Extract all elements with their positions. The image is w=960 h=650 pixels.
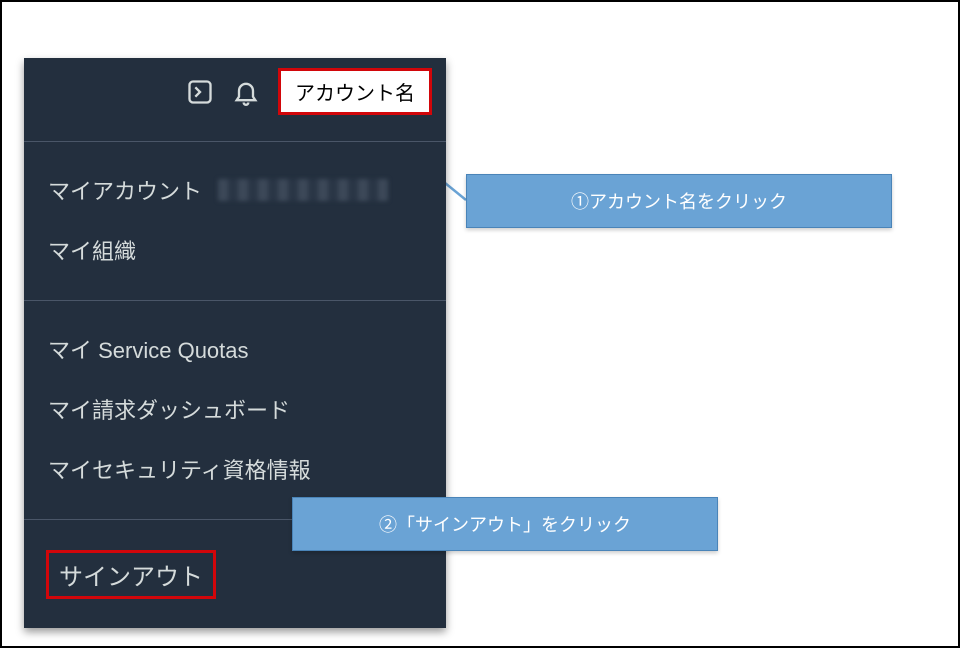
menu-topbar: アカウント名 bbox=[24, 58, 446, 141]
menu-section-1: マイアカウント マイ組織 bbox=[24, 141, 446, 300]
menu-section-2: マイ Service Quotas マイ請求ダッシュボード マイセキュリティ資格… bbox=[24, 300, 446, 519]
menu-my-billing[interactable]: マイ請求ダッシュボード bbox=[24, 379, 446, 439]
account-name-chip[interactable]: アカウント名 bbox=[278, 68, 432, 115]
annotation-step-2: ②「サインアウト」をクリック bbox=[292, 497, 718, 551]
menu-my-security[interactable]: マイセキュリティ資格情報 bbox=[24, 439, 446, 499]
menu-my-billing-label: マイ請求ダッシュボード bbox=[48, 393, 290, 425]
bell-icon[interactable] bbox=[232, 78, 260, 106]
menu-my-org-label: マイ組織 bbox=[48, 234, 136, 266]
menu-my-service-quotas[interactable]: マイ Service Quotas bbox=[24, 319, 446, 379]
menu-my-account-label: マイアカウント bbox=[48, 174, 202, 206]
menu-my-org[interactable]: マイ組織 bbox=[24, 220, 446, 280]
menu-my-service-quotas-label: マイ Service Quotas bbox=[48, 333, 249, 365]
signout-button[interactable]: サインアウト bbox=[46, 550, 216, 599]
account-id-redacted bbox=[218, 179, 388, 201]
annotation-step-1: ①アカウント名をクリック bbox=[466, 174, 892, 228]
menu-my-account[interactable]: マイアカウント bbox=[24, 160, 446, 220]
cloudshell-icon[interactable] bbox=[186, 78, 214, 106]
menu-my-security-label: マイセキュリティ資格情報 bbox=[48, 453, 311, 485]
